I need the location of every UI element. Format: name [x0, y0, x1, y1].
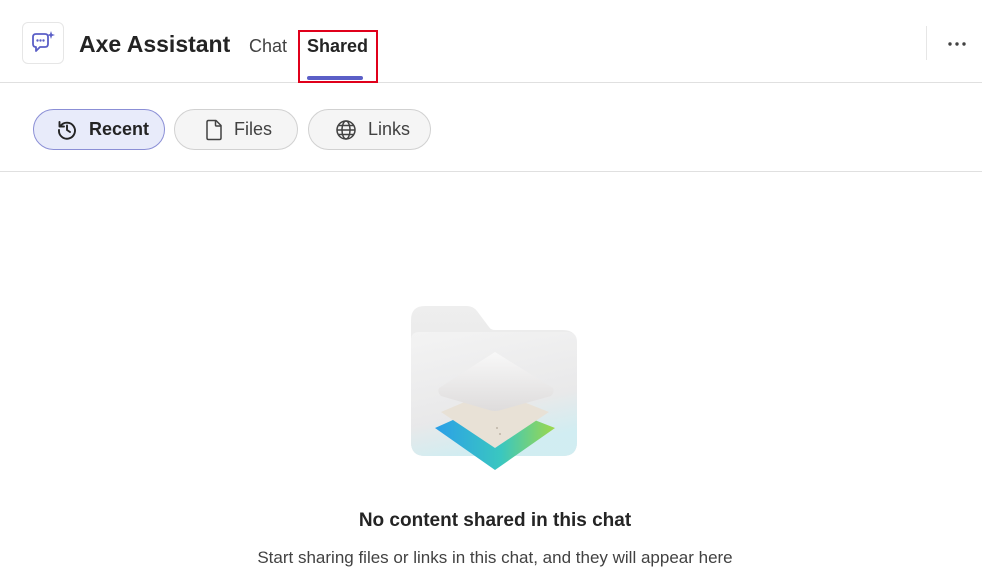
header-divider — [926, 26, 927, 60]
history-icon — [58, 120, 76, 140]
filter-files-button[interactable]: Files — [174, 109, 298, 150]
tab-chat[interactable]: Chat — [249, 35, 287, 57]
empty-state-subtitle: Start sharing files or links in this cha… — [257, 548, 733, 567]
filter-files-label: Files — [234, 119, 273, 139]
filter-bar: Recent Files Links — [0, 83, 982, 172]
filter-links-label: Links — [368, 119, 411, 139]
highlight-box — [298, 30, 378, 83]
more-options-button[interactable] — [944, 32, 970, 56]
filter-links-button[interactable]: Links — [308, 109, 431, 150]
app-header: Axe Assistant Chat Shared — [0, 0, 982, 83]
filter-recent-button[interactable]: Recent — [33, 109, 165, 150]
chat-sparkle-icon — [22, 22, 64, 64]
app-title: Axe Assistant — [79, 31, 231, 57]
more-horizontal-icon — [948, 42, 966, 46]
globe-icon — [336, 119, 356, 140]
document-icon — [206, 119, 222, 140]
shared-folder-illustration — [405, 300, 581, 476]
empty-state-title: No content shared in this chat — [358, 510, 632, 531]
filter-recent-label: Recent — [89, 119, 150, 139]
